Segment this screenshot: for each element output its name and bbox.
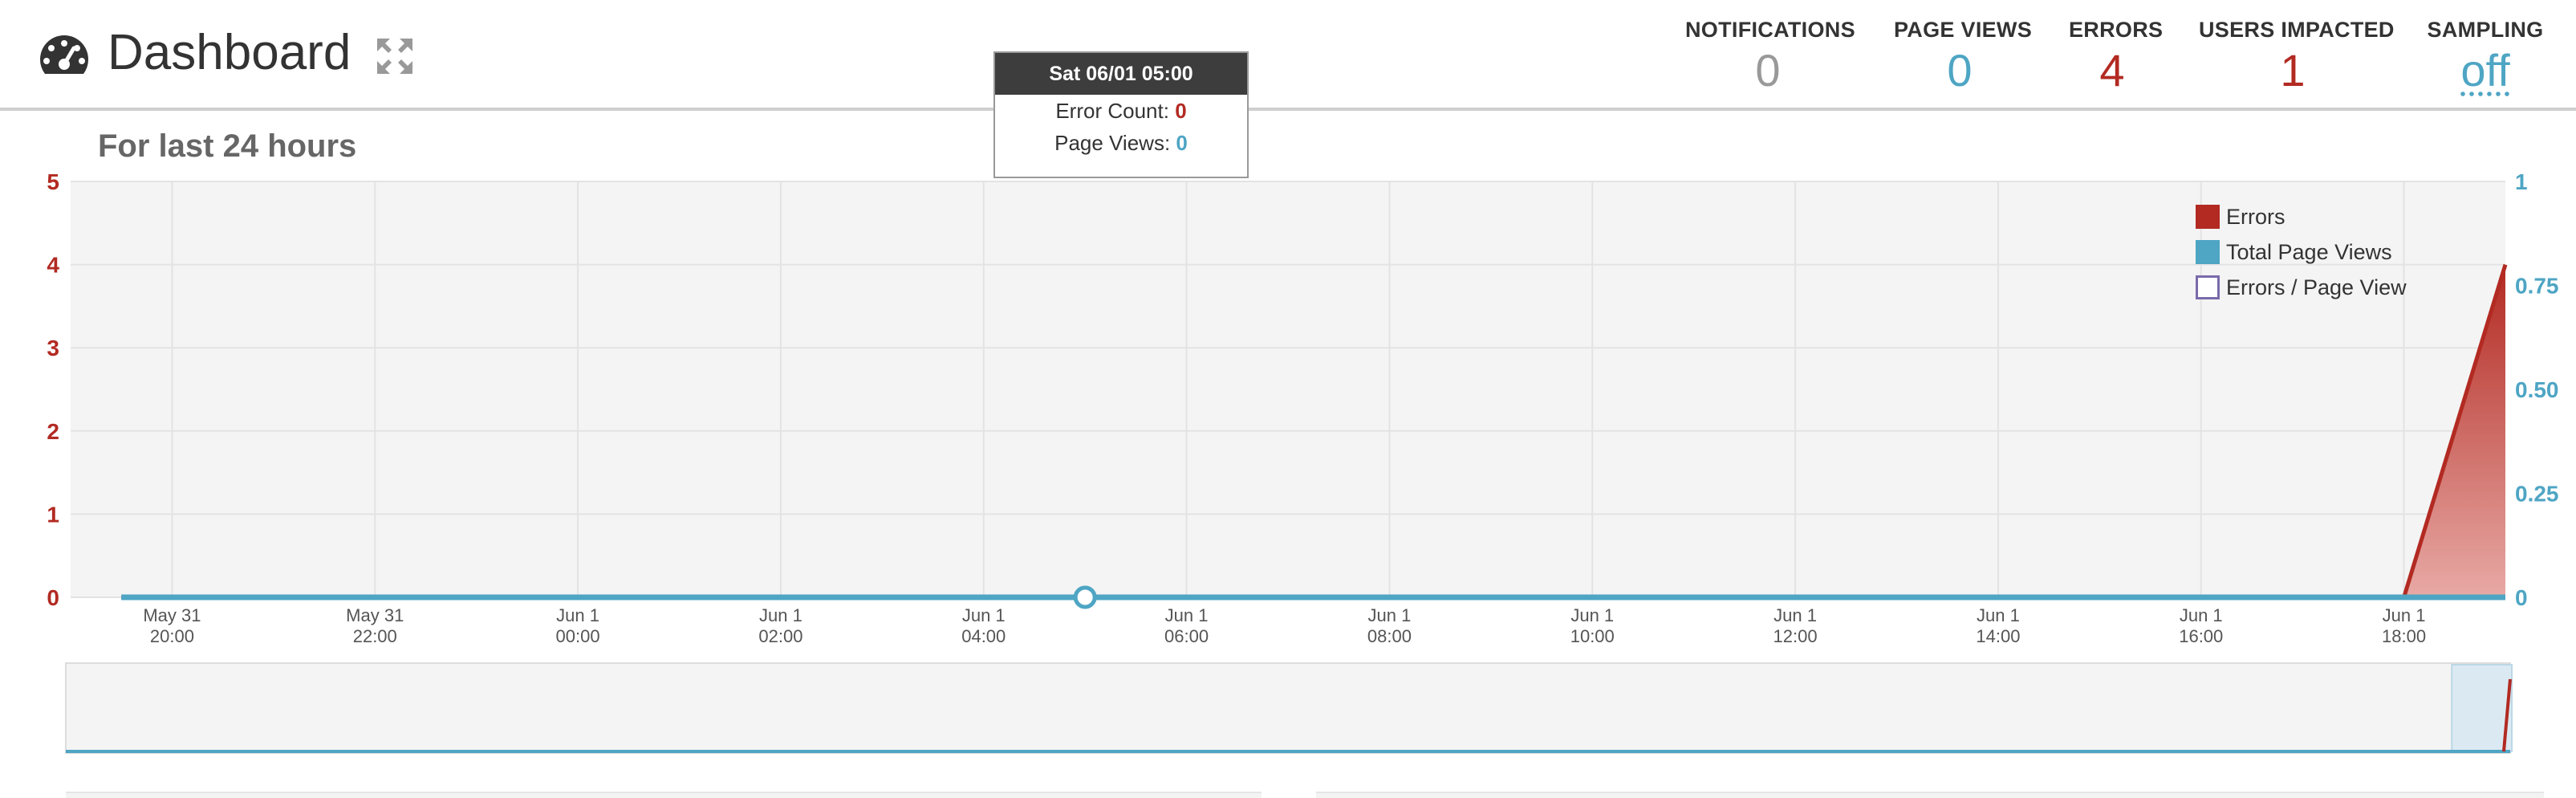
legend-label: Errors [2226, 204, 2285, 229]
left-axis-tick-label: 3 [47, 336, 59, 360]
x-tick-label-date: Jun 1 [556, 605, 599, 625]
navigator-selection [2451, 664, 2513, 752]
left-axis-tick-label: 2 [47, 419, 59, 444]
legend-label: Errors / Page View [2226, 275, 2407, 299]
right-axis-tick-label: 0.25 [2515, 482, 2559, 507]
x-tick-label-date: Jun 1 [1774, 605, 1817, 625]
x-tick-label-date: Jun 1 [962, 605, 1006, 625]
plot-background [71, 181, 2505, 597]
x-tick-label-time: 10:00 [1570, 626, 1615, 646]
x-tick-label-time: 06:00 [1164, 626, 1209, 646]
errors-swatch [2196, 205, 2220, 229]
tooltip-views-row: Page Views: 0 [995, 127, 1247, 159]
x-tick-label-date: Jun 1 [1570, 605, 1614, 625]
tooltip-views-label: Page Views: [1054, 131, 1171, 155]
tooltip-error-row: Error Count: 0 [995, 95, 1247, 127]
x-tick-label-date: Jun 1 [1368, 605, 1412, 625]
left-axis-tick-label: 4 [47, 253, 59, 278]
x-tick-label-date: Jun 1 [2180, 605, 2223, 625]
tooltip-error-value: 0 [1175, 99, 1187, 123]
tooltip-error-label: Error Count: [1055, 99, 1169, 123]
x-tick-label-date: Jun 1 [1977, 605, 2020, 625]
right-axis-tick-label: 0.50 [2515, 377, 2559, 402]
x-tick-label-time: 16:00 [2179, 626, 2223, 646]
x-tick-label-time: 02:00 [758, 626, 802, 646]
right-axis-tick-label: 0 [2515, 585, 2528, 610]
x-tick-label-date: Jun 1 [759, 605, 802, 625]
left-axis-tick-label: 5 [47, 169, 59, 194]
legend-item-errors[interactable]: Errors [2196, 199, 2407, 234]
navigator-background [65, 662, 2511, 754]
right-axis-tick-label: 0.75 [2515, 274, 2559, 299]
legend-label: Total Page Views [2226, 239, 2392, 264]
hover-point-marker [1073, 585, 1097, 609]
x-tick-label-time: 00:00 [556, 626, 600, 646]
x-tick-label-time: 04:00 [961, 626, 1006, 646]
left-axis-tick-label: 1 [47, 502, 59, 527]
legend-item-errors-per-view[interactable]: Errors / Page View [2196, 270, 2407, 305]
errors-chart[interactable]: 01234500.250.500.751May 3120:00May 3122:… [0, 0, 2576, 798]
right-axis-tick-label: 1 [2515, 169, 2528, 194]
lower-panel-right [1316, 792, 2544, 798]
left-axis-tick-label: 0 [47, 585, 59, 610]
x-tick-label-date: May 31 [143, 605, 201, 625]
x-tick-label-time: 12:00 [1774, 626, 1818, 646]
x-tick-label-date: Jun 1 [2383, 605, 2426, 625]
x-tick-label-time: 08:00 [1367, 626, 1412, 646]
x-tick-label-date: Jun 1 [1165, 605, 1209, 625]
x-tick-label-date: May 31 [346, 605, 404, 625]
x-tick-label-time: 22:00 [353, 626, 397, 646]
x-tick-label-time: 18:00 [2382, 626, 2426, 646]
legend-item-page-views[interactable]: Total Page Views [2196, 234, 2407, 270]
page-views-swatch [2196, 240, 2220, 264]
chart-tooltip: Sat 06/01 05:00 Error Count: 0 Page View… [993, 51, 1249, 178]
chart-legend: Errors Total Page Views Errors / Page Vi… [2196, 199, 2407, 305]
tooltip-title: Sat 06/01 05:00 [995, 53, 1247, 95]
x-tick-label-time: 14:00 [1976, 626, 2020, 646]
x-tick-label-time: 20:00 [150, 626, 194, 646]
tooltip-views-value: 0 [1176, 131, 1188, 155]
errors-per-view-swatch [2196, 275, 2220, 299]
lower-panel-left [66, 792, 1262, 798]
